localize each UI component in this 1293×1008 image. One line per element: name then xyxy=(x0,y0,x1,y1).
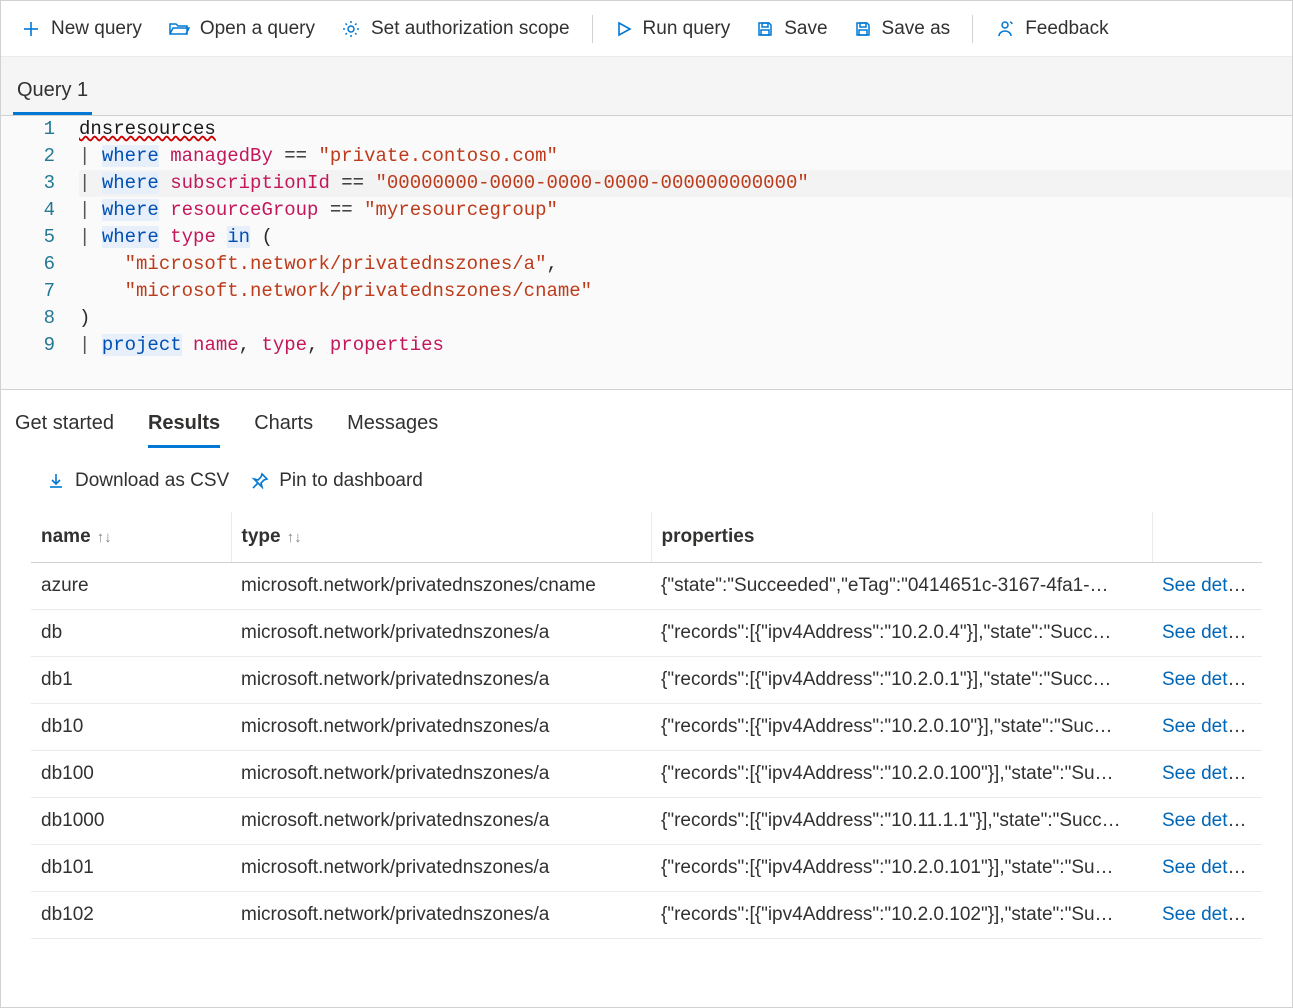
pin-dashboard-button[interactable]: Pin to dashboard xyxy=(251,470,423,492)
gear-icon xyxy=(341,19,361,39)
table-row[interactable]: db102microsoft.network/privatednszones/a… xyxy=(31,892,1262,939)
open-query-button[interactable]: Open a query xyxy=(156,10,327,48)
divider xyxy=(592,15,593,43)
cell-properties: {"records":[{"ipv4Address":"10.2.0.102"}… xyxy=(651,892,1152,939)
feedback-icon xyxy=(995,19,1015,39)
cell-name: azure xyxy=(31,563,231,610)
cell-name: db xyxy=(31,610,231,657)
plus-icon xyxy=(21,19,41,39)
table-row[interactable]: db100microsoft.network/privatednszones/a… xyxy=(31,751,1262,798)
cell-name: db10 xyxy=(31,704,231,751)
table-row[interactable]: dbmicrosoft.network/privatednszones/a{"r… xyxy=(31,610,1262,657)
see-details-link[interactable]: See details xyxy=(1162,669,1256,690)
save-as-label: Save as xyxy=(882,18,951,40)
see-details-link[interactable]: See details xyxy=(1162,810,1256,831)
open-query-label: Open a query xyxy=(200,18,315,40)
cell-type: microsoft.network/privatednszones/a xyxy=(231,704,651,751)
cell-type: microsoft.network/privatednszones/a xyxy=(231,657,651,704)
cell-type: microsoft.network/privatednszones/a xyxy=(231,751,651,798)
query-tab-1[interactable]: Query 1 xyxy=(13,71,92,115)
cell-properties: {"records":[{"ipv4Address":"10.2.0.10"}]… xyxy=(651,704,1152,751)
sort-arrows-icon: ↑↓ xyxy=(287,529,302,546)
see-details-link[interactable]: See details xyxy=(1162,763,1256,784)
table-row[interactable]: db1000microsoft.network/privatednszones/… xyxy=(31,798,1262,845)
pin-dashboard-label: Pin to dashboard xyxy=(279,470,423,492)
tab-results[interactable]: Results xyxy=(148,406,220,448)
save-icon xyxy=(756,20,774,38)
run-query-button[interactable]: Run query xyxy=(603,10,743,48)
see-details-link[interactable]: See details xyxy=(1162,622,1256,643)
editor-gutter: 123456789 xyxy=(1,116,79,359)
cell-name: db102 xyxy=(31,892,231,939)
see-details-link[interactable]: See details xyxy=(1162,857,1256,878)
tab-get-started[interactable]: Get started xyxy=(15,406,114,448)
cell-type: microsoft.network/privatednszones/a xyxy=(231,798,651,845)
pin-icon xyxy=(251,472,269,490)
see-details-link[interactable]: See details xyxy=(1162,716,1256,737)
command-bar: New query Open a query Set authorization… xyxy=(1,1,1292,57)
table-row[interactable]: db10microsoft.network/privatednszones/a{… xyxy=(31,704,1262,751)
cell-name: db101 xyxy=(31,845,231,892)
cell-name: db100 xyxy=(31,751,231,798)
download-csv-button[interactable]: Download as CSV xyxy=(47,470,229,492)
col-header-type[interactable]: type↑↓ xyxy=(231,512,651,563)
table-row[interactable]: db1microsoft.network/privatednszones/a{"… xyxy=(31,657,1262,704)
tab-charts[interactable]: Charts xyxy=(254,406,313,448)
cell-type: microsoft.network/privatednszones/a xyxy=(231,892,651,939)
feedback-button[interactable]: Feedback xyxy=(983,10,1120,48)
auth-scope-label: Set authorization scope xyxy=(371,18,570,40)
sort-arrows-icon: ↑↓ xyxy=(97,529,112,546)
cell-type: microsoft.network/privatednszones/a xyxy=(231,845,651,892)
download-icon xyxy=(47,472,65,490)
results-table: name↑↓ type↑↓ properties azuremicrosoft.… xyxy=(31,512,1262,939)
download-csv-label: Download as CSV xyxy=(75,470,229,492)
save-as-icon xyxy=(854,20,872,38)
tab-messages[interactable]: Messages xyxy=(347,406,438,448)
divider xyxy=(972,15,973,43)
save-button[interactable]: Save xyxy=(744,10,839,48)
col-header-name[interactable]: name↑↓ xyxy=(31,512,231,563)
save-as-button[interactable]: Save as xyxy=(842,10,963,48)
table-row[interactable]: db101microsoft.network/privatednszones/a… xyxy=(31,845,1262,892)
query-tabs: Query 1 xyxy=(1,57,1292,116)
cell-type: microsoft.network/privatednszones/a xyxy=(231,610,651,657)
table-row[interactable]: azuremicrosoft.network/privatednszones/c… xyxy=(31,563,1262,610)
play-icon xyxy=(615,20,633,38)
see-details-link[interactable]: See details xyxy=(1162,575,1256,596)
editor-code[interactable]: dnsresources | where managedBy == "priva… xyxy=(79,116,1292,359)
cell-name: db1 xyxy=(31,657,231,704)
results-actions: Download as CSV Pin to dashboard xyxy=(1,448,1292,502)
save-label: Save xyxy=(784,18,827,40)
col-header-details xyxy=(1152,512,1262,563)
auth-scope-button[interactable]: Set authorization scope xyxy=(329,10,582,48)
cell-properties: {"records":[{"ipv4Address":"10.11.1.1"}]… xyxy=(651,798,1152,845)
table-header-row: name↑↓ type↑↓ properties xyxy=(31,512,1262,563)
cell-properties: {"records":[{"ipv4Address":"10.2.0.101"}… xyxy=(651,845,1152,892)
run-query-label: Run query xyxy=(643,18,731,40)
cell-properties: {"state":"Succeeded","eTag":"0414651c-31… xyxy=(651,563,1152,610)
new-query-button[interactable]: New query xyxy=(9,10,154,48)
see-details-link[interactable]: See details xyxy=(1162,904,1256,925)
cell-name: db1000 xyxy=(31,798,231,845)
cell-type: microsoft.network/privatednszones/cname xyxy=(231,563,651,610)
cell-properties: {"records":[{"ipv4Address":"10.2.0.1"}],… xyxy=(651,657,1152,704)
results-tabs: Get started Results Charts Messages xyxy=(1,390,1292,448)
col-header-properties[interactable]: properties xyxy=(651,512,1152,563)
new-query-label: New query xyxy=(51,18,142,40)
cell-properties: {"records":[{"ipv4Address":"10.2.0.100"}… xyxy=(651,751,1152,798)
feedback-label: Feedback xyxy=(1025,18,1108,40)
query-editor[interactable]: 123456789 dnsresources | where managedBy… xyxy=(1,116,1292,390)
folder-open-icon xyxy=(168,19,190,39)
cell-properties: {"records":[{"ipv4Address":"10.2.0.4"}],… xyxy=(651,610,1152,657)
